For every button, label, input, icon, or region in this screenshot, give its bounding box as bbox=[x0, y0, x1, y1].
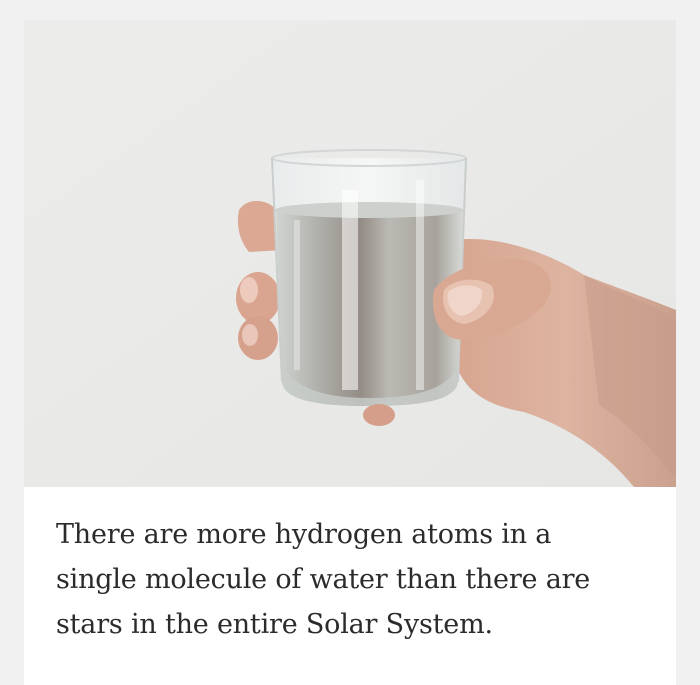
post-caption: There are more hydrogen atoms in a singl… bbox=[56, 519, 591, 640]
post-card: There are more hydrogen atoms in a singl… bbox=[24, 20, 676, 685]
post-photo bbox=[24, 20, 676, 487]
hand-holding-water-glass-image bbox=[24, 20, 676, 487]
page-background: There are more hydrogen atoms in a singl… bbox=[0, 0, 700, 685]
